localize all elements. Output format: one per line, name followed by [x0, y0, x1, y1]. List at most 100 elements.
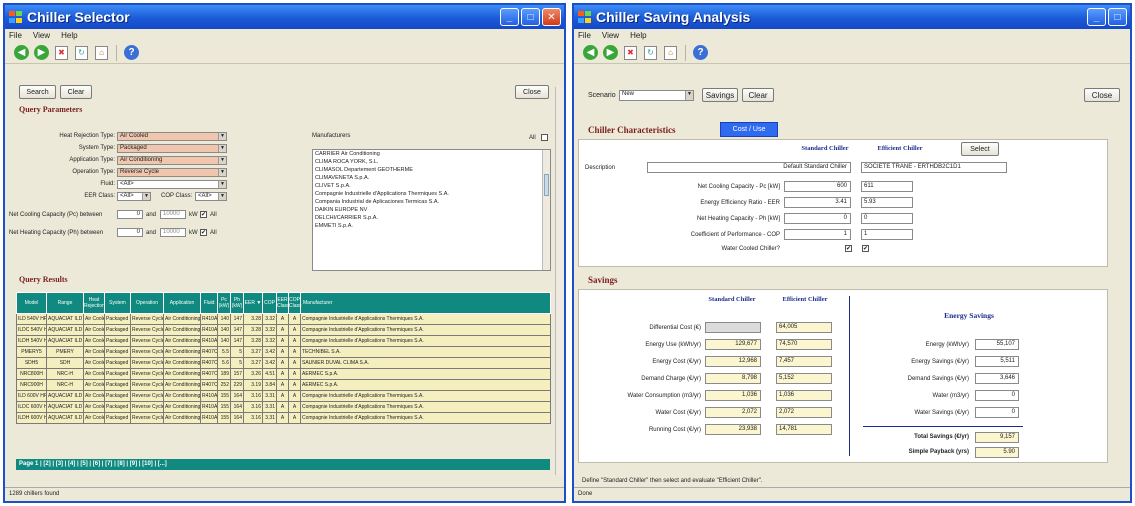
cooling-min-input[interactable]: 0	[117, 210, 143, 219]
col-header[interactable]: Fluid	[200, 292, 218, 314]
col-header[interactable]: Pc (kW)	[217, 292, 231, 314]
list-item[interactable]: Compagnie Industrielle d'Applications Th…	[313, 190, 550, 198]
title-bar[interactable]: Chiller Selector _ □ ✕	[5, 5, 564, 29]
close-window-button[interactable]: ✕	[542, 8, 561, 26]
system-type-select[interactable]: Packaged ▼	[117, 144, 227, 153]
char-std-input[interactable]: 1	[784, 229, 851, 240]
home-icon[interactable]: ⌂	[93, 44, 110, 61]
savings-button[interactable]: Savings	[702, 88, 738, 102]
clear-button[interactable]: Clear	[60, 85, 92, 99]
minimize-button[interactable]: _	[500, 8, 519, 26]
menu-view[interactable]: View	[602, 31, 619, 40]
table-row[interactable]: NRC900HNRC-HAir CooledPackagedReverse Cy…	[16, 379, 551, 391]
col-header[interactable]: EER Class	[276, 292, 290, 314]
menu-help[interactable]: Help	[630, 31, 646, 40]
close-button[interactable]: Close	[515, 85, 549, 99]
table-row[interactable]: ILD 540V HPAQUACIAT ILDAir CooledPackage…	[16, 313, 551, 325]
scenario-select[interactable]: New ▼	[619, 90, 694, 101]
list-item[interactable]: DELCHI/CARRIER S.p.A.	[313, 214, 550, 222]
search-button[interactable]: Search	[19, 85, 56, 99]
operation-type-select[interactable]: Reverse Cycle ▼	[117, 168, 227, 177]
table-row[interactable]: NRC800HNRC-HAir CooledPackagedReverse Cy…	[16, 368, 551, 380]
list-item[interactable]: CLIMA ROCA YORK, S.L.	[313, 158, 550, 166]
stop-icon[interactable]: ✖	[622, 44, 639, 61]
select-button[interactable]: Select	[961, 142, 999, 156]
char-eff-input[interactable]: 0	[861, 213, 913, 224]
list-item[interactable]: CLIMAVENETA S.p.A.	[313, 174, 550, 182]
char-eff-input[interactable]: 611	[861, 181, 913, 192]
heating-all-checkbox[interactable]: ✔	[200, 229, 207, 236]
forward-icon[interactable]: ▶	[33, 44, 50, 61]
minimize-button[interactable]: _	[1087, 8, 1106, 26]
refresh-icon[interactable]: ↻	[73, 44, 90, 61]
heat-rejection-select[interactable]: Air Cooled ▼	[117, 132, 227, 141]
list-item[interactable]: CARRIER Air Conditioning	[313, 150, 550, 158]
menu-file[interactable]: File	[578, 31, 591, 40]
manufacturers-list[interactable]: CARRIER Air Conditioning CLIMA ROCA YORK…	[312, 149, 551, 271]
col-header[interactable]: Manufacturer	[300, 292, 551, 314]
water-cooled-std-checkbox[interactable]: ✔	[845, 245, 852, 252]
refresh-icon[interactable]: ↻	[642, 44, 659, 61]
menu-help[interactable]: Help	[61, 31, 77, 40]
forward-icon[interactable]: ▶	[602, 44, 619, 61]
description-std-input[interactable]: Default Standard Chiller	[647, 162, 851, 173]
help-icon[interactable]: ?	[692, 44, 709, 61]
menu-file[interactable]: File	[9, 31, 22, 40]
col-header[interactable]: Operation	[130, 292, 164, 314]
table-row[interactable]: ILDH 540V HPAQUACIAT ILDAir CooledPackag…	[16, 335, 551, 347]
manufacturers-all-checkbox[interactable]	[541, 134, 548, 141]
table-row[interactable]: ILDC 600V HPAQUACIAT ILDAir CooledPackag…	[16, 401, 551, 413]
home-icon[interactable]: ⌂	[662, 44, 679, 61]
table-row[interactable]: ILDH 600V HPAQUACIAT ILDAir CooledPackag…	[16, 412, 551, 424]
back-icon[interactable]: ◀	[13, 44, 30, 61]
pagination[interactable]: Page 1 | [2] | [3] | [4] | [5] | [6] | […	[16, 459, 550, 470]
col-header[interactable]: COP Class	[288, 292, 302, 314]
table-cell: 5.6	[217, 357, 231, 369]
table-row[interactable]: SDH5SDHAir CooledPackagedReverse CycleAi…	[16, 357, 551, 369]
main-scrollbar[interactable]	[555, 87, 564, 475]
col-header[interactable]: COP	[262, 292, 277, 314]
list-item[interactable]: EMMETI S.p.A.	[313, 222, 550, 230]
list-item[interactable]: DAIKIN EUROPE NV	[313, 206, 550, 214]
stop-icon[interactable]: ✖	[53, 44, 70, 61]
cooling-max-input[interactable]: 10000	[160, 210, 186, 219]
maximize-button[interactable]: □	[521, 8, 540, 26]
char-eff-input[interactable]: 5.93	[861, 197, 913, 208]
col-header[interactable]: Range	[46, 292, 84, 314]
menu-view[interactable]: View	[33, 31, 50, 40]
cost-use-button[interactable]: Cost / Use	[720, 122, 778, 137]
eer-class-select[interactable]: <All> ▼	[117, 192, 151, 201]
description-eff-input[interactable]: SOCIETE TRANE - ERTHDB2C1D1	[861, 162, 1007, 173]
manufacturers-scrollbar[interactable]	[542, 150, 550, 270]
cooling-all-checkbox[interactable]: ✔	[200, 211, 207, 218]
col-header[interactable]: EER ▼	[243, 292, 263, 314]
heating-min-input[interactable]: 0	[117, 228, 143, 237]
col-header[interactable]: Model	[16, 292, 47, 314]
table-row[interactable]: PMERY5PMERYAir CooledPackagedReverse Cyc…	[16, 346, 551, 358]
water-cooled-eff-checkbox[interactable]: ✔	[862, 245, 869, 252]
col-header[interactable]: Application	[163, 292, 201, 314]
col-header[interactable]: System	[104, 292, 131, 314]
col-header[interactable]: Heat Rejection	[83, 292, 105, 314]
char-std-input[interactable]: 0	[784, 213, 851, 224]
back-icon[interactable]: ◀	[582, 44, 599, 61]
cop-class-select[interactable]: <All> ▼	[195, 192, 227, 201]
col-header[interactable]: Ph (kW)	[230, 292, 244, 314]
char-eff-input[interactable]: 1	[861, 229, 913, 240]
table-row[interactable]: ILDC 540V HPAQUACIAT ILDAir CooledPackag…	[16, 324, 551, 336]
table-row[interactable]: ILD 600V HPAQUACIAT ILDAir CooledPackage…	[16, 390, 551, 402]
list-item[interactable]: CLIVET S.p.A.	[313, 182, 550, 190]
clear-button[interactable]: Clear	[742, 88, 774, 102]
list-item[interactable]: CLIMASOL Departement GEOTHERME	[313, 166, 550, 174]
list-item[interactable]: Compania Industrial de Aplicaciones Term…	[313, 198, 550, 206]
char-std-input[interactable]: 600	[784, 181, 851, 192]
help-icon[interactable]: ?	[123, 44, 140, 61]
maximize-button[interactable]: □	[1108, 8, 1127, 26]
application-type-select[interactable]: Air Conditioning ▼	[117, 156, 227, 165]
fluid-select[interactable]: <All> ▼	[117, 180, 227, 189]
cost-label: Running Cost (€/yr)	[648, 427, 701, 433]
close-button[interactable]: Close	[1084, 88, 1120, 102]
heating-max-input[interactable]: 10000	[160, 228, 186, 237]
char-std-input[interactable]: 3.41	[784, 197, 851, 208]
title-bar[interactable]: Chiller Saving Analysis _ □	[574, 5, 1130, 29]
